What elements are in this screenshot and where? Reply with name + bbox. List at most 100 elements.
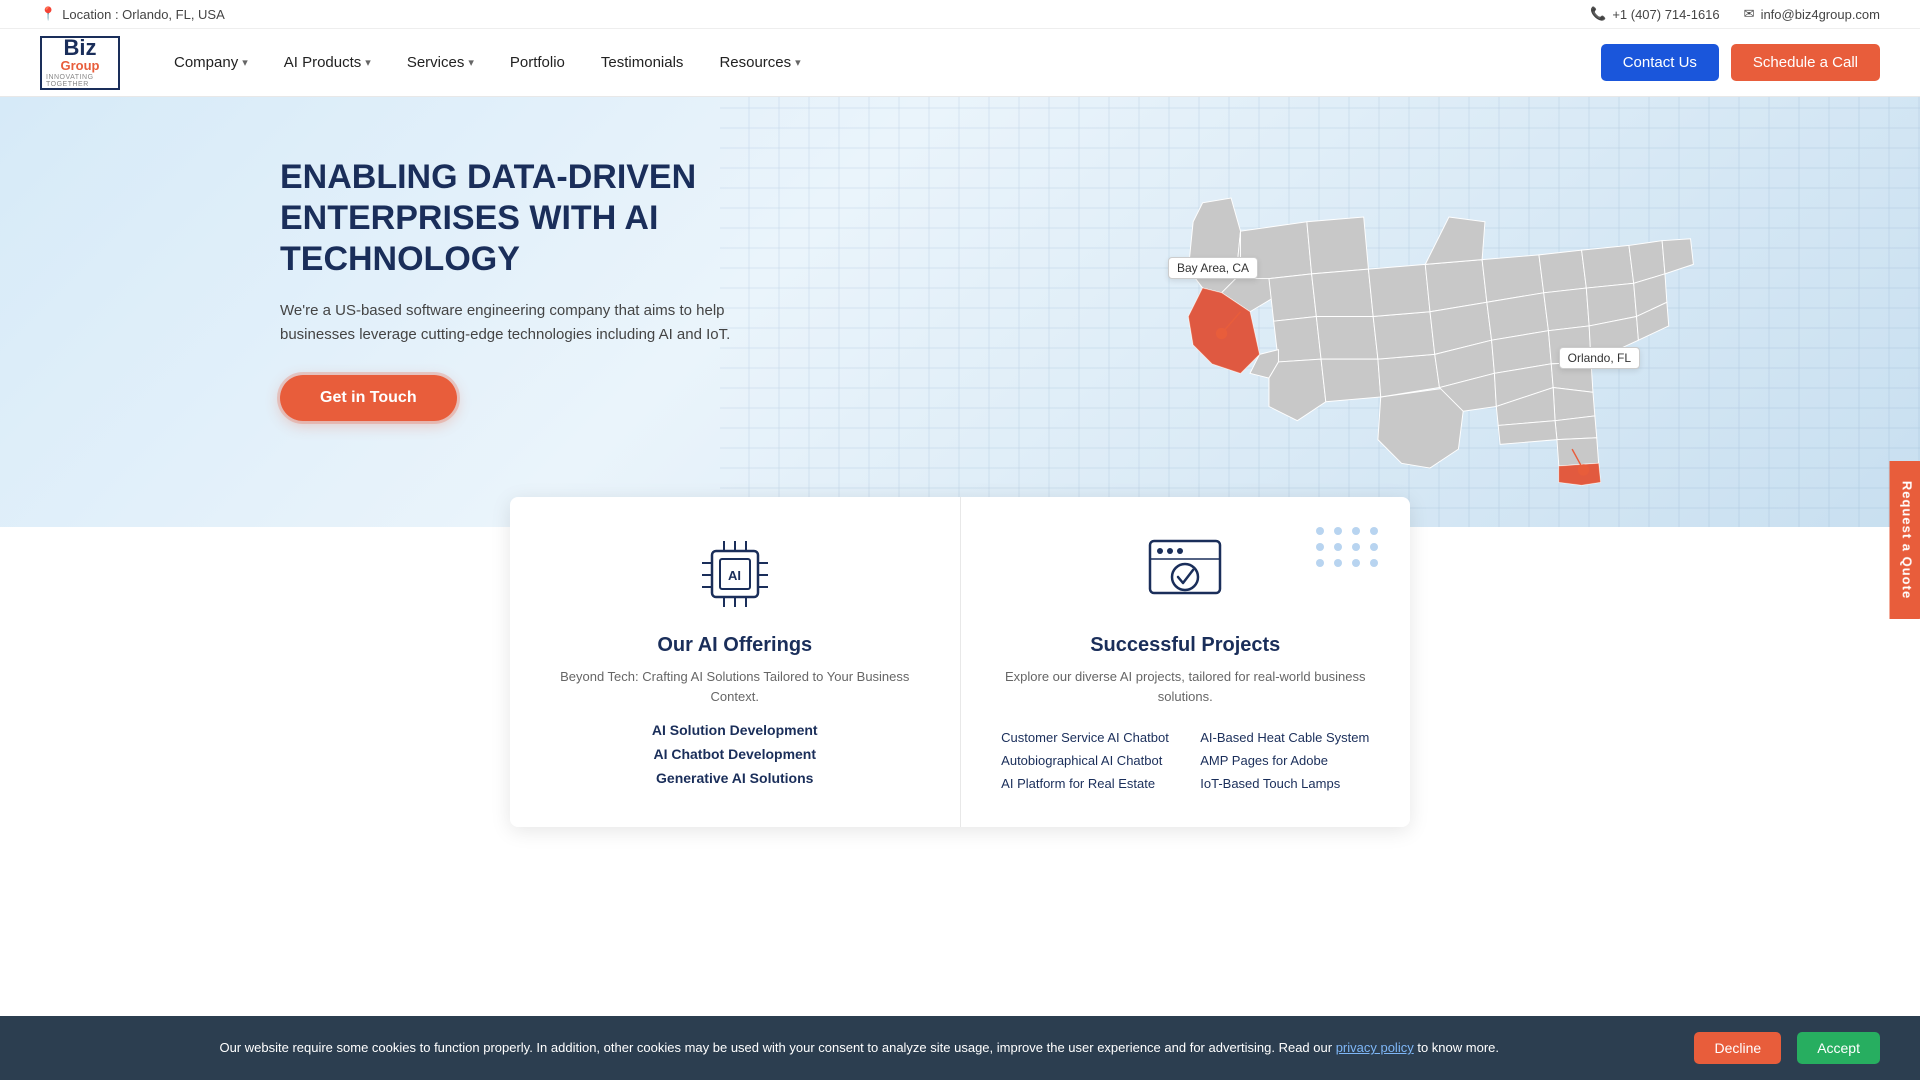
schedule-call-button[interactable]: Schedule a Call [1731, 44, 1880, 81]
cookie-message-end: to know more. [1417, 1040, 1499, 1055]
project-item-1[interactable]: Customer Service AI Chatbot [1001, 730, 1170, 745]
phone-number: +1 (407) 714-1616 [1612, 7, 1719, 22]
logo-biz: Biz [64, 37, 97, 59]
hero-section: ENABLING DATA-DRIVEN ENTERPRISES WITH AI… [0, 97, 1920, 527]
contact-info: +1 (407) 714-1616 info@biz4group.com [1590, 6, 1880, 22]
michigan-state [1539, 250, 1586, 293]
bay-area-text: Bay Area, CA [1177, 261, 1249, 275]
logo-tagline: INNOVATING TOGETHER [46, 74, 114, 88]
ai-offerings-icon: AI [690, 533, 780, 618]
hero-description: We're a US-based software engineering co… [280, 299, 760, 347]
privacy-policy-link[interactable]: privacy policy [1336, 1040, 1414, 1055]
us-map: Bay Area, CA Orlando, FL [1140, 127, 1720, 487]
phone-link[interactable]: +1 (407) 714-1616 [1590, 6, 1720, 22]
logo-group: Group [61, 59, 100, 72]
cards-section: AI [0, 497, 1920, 827]
nav-company-label: Company [174, 54, 238, 71]
nav-portfolio[interactable]: Portfolio [496, 46, 579, 79]
get-in-touch-button[interactable]: Get in Touch [280, 375, 457, 421]
nav-testimonials[interactable]: Testimonials [587, 46, 698, 79]
minnesota-state [1425, 217, 1485, 264]
nav-resources[interactable]: Resources ▾ [705, 46, 814, 79]
chevron-down-icon: ▾ [468, 56, 474, 69]
project-item-6[interactable]: IoT-Based Touch Lamps [1200, 776, 1369, 791]
ai-chatbot-dev-link[interactable]: AI Chatbot Development [653, 746, 816, 762]
south-carolina-state [1555, 416, 1597, 440]
projects-grid: Customer Service AI Chatbot AI-Based Hea… [1001, 730, 1369, 791]
projects-icon [1140, 533, 1230, 618]
ai-offerings-desc: Beyond Tech: Crafting AI Solutions Tailo… [550, 667, 920, 706]
projects-desc: Explore our diverse AI projects, tailore… [1001, 667, 1371, 706]
nav-services-label: Services [407, 54, 465, 71]
arizona-state [1269, 359, 1326, 421]
nav-portfolio-label: Portfolio [510, 54, 565, 71]
cookie-banner: Our website require some cookies to func… [0, 1016, 1920, 1080]
mississippi-state [1498, 421, 1557, 445]
north-carolina-state [1553, 388, 1595, 421]
cookie-message: Our website require some cookies to func… [219, 1040, 1332, 1055]
location-area: Location : Orlando, FL, USA [40, 6, 225, 22]
project-item-4[interactable]: AMP Pages for Adobe [1200, 753, 1369, 768]
texas-state [1378, 388, 1463, 469]
nav-testimonials-label: Testimonials [601, 54, 684, 71]
svg-text:AI: AI [728, 568, 741, 583]
location-text: Location : Orlando, FL, USA [62, 7, 225, 22]
request-quote-tab[interactable]: Request a Quote [1889, 461, 1920, 619]
georgia-state [1557, 438, 1599, 466]
nav-services[interactable]: Services ▾ [393, 46, 488, 79]
new-york-state [1582, 245, 1634, 288]
montana-state [1307, 217, 1369, 274]
top-bar: Location : Orlando, FL, USA +1 (407) 714… [0, 0, 1920, 29]
hero-title: ENABLING DATA-DRIVEN ENTERPRISES WITH AI… [280, 157, 760, 279]
decline-button[interactable]: Decline [1694, 1032, 1781, 1064]
indiana-state [1544, 288, 1589, 331]
nav-links: Company ▾ AI Products ▾ Services ▾ Portf… [160, 46, 1601, 79]
project-item-5[interactable]: AI Platform for Real Estate [1001, 776, 1170, 791]
contact-us-button[interactable]: Contact Us [1601, 44, 1719, 81]
bay-area-label: Bay Area, CA [1168, 257, 1258, 279]
wyoming-state [1269, 274, 1316, 321]
cookie-text: Our website require some cookies to func… [40, 1038, 1678, 1058]
orlando-label: Orlando, FL [1559, 347, 1640, 369]
hero-content: ENABLING DATA-DRIVEN ENTERPRISES WITH AI… [280, 157, 760, 421]
projects-title: Successful Projects [1090, 634, 1280, 657]
hero-title-line1: ENABLING DATA-DRIVEN [280, 158, 696, 196]
north-dakota-state [1312, 269, 1374, 316]
orlando-text: Orlando, FL [1568, 351, 1631, 365]
chevron-down-icon: ▾ [242, 56, 248, 69]
navbar: Biz Group INNOVATING TOGETHER Company ▾ … [0, 29, 1920, 97]
new-mexico-state [1321, 359, 1381, 402]
nebraska-state [1368, 264, 1430, 316]
ai-solution-dev-link[interactable]: AI Solution Development [652, 722, 818, 738]
logo-area[interactable]: Biz Group INNOVATING TOGETHER [40, 36, 120, 90]
maine-state [1662, 239, 1693, 274]
nav-resources-label: Resources [719, 54, 791, 71]
gen-ai-solutions-link[interactable]: Generative AI Solutions [656, 770, 813, 786]
ai-offerings-card: AI [510, 497, 961, 827]
request-quote-label: Request a Quote [1899, 481, 1914, 599]
hero-title-line2: ENTERPRISES WITH AI TECHNOLOGY [280, 199, 658, 278]
chevron-down-icon: ▾ [795, 56, 801, 69]
ai-offerings-links: AI Solution Development AI Chatbot Devel… [550, 722, 920, 786]
ai-offerings-title: Our AI Offerings [657, 634, 812, 657]
email-link[interactable]: info@biz4group.com [1744, 6, 1880, 22]
accept-button[interactable]: Accept [1797, 1032, 1880, 1064]
colorado-state [1274, 316, 1321, 361]
map-svg [1140, 127, 1720, 487]
project-item-2[interactable]: AI-Based Heat Cable System [1200, 730, 1369, 745]
successful-projects-card: Successful Projects Explore our diverse … [961, 497, 1411, 827]
south-dakota-state [1316, 316, 1378, 359]
nav-company[interactable]: Company ▾ [160, 46, 262, 79]
logo[interactable]: Biz Group INNOVATING TOGETHER [40, 36, 120, 90]
nav-ai-products-label: AI Products [284, 54, 362, 71]
pin-icon [40, 6, 56, 22]
email-icon [1744, 6, 1755, 22]
cards-container: AI [510, 497, 1410, 827]
phone-icon [1590, 6, 1606, 22]
kansas-state [1373, 312, 1435, 359]
nav-ai-products[interactable]: AI Products ▾ [270, 46, 385, 79]
project-item-3[interactable]: Autobiographical AI Chatbot [1001, 753, 1170, 768]
chevron-down-icon: ▾ [365, 56, 371, 69]
nav-actions: Contact Us Schedule a Call [1601, 44, 1880, 81]
dots-decoration [1316, 527, 1380, 567]
